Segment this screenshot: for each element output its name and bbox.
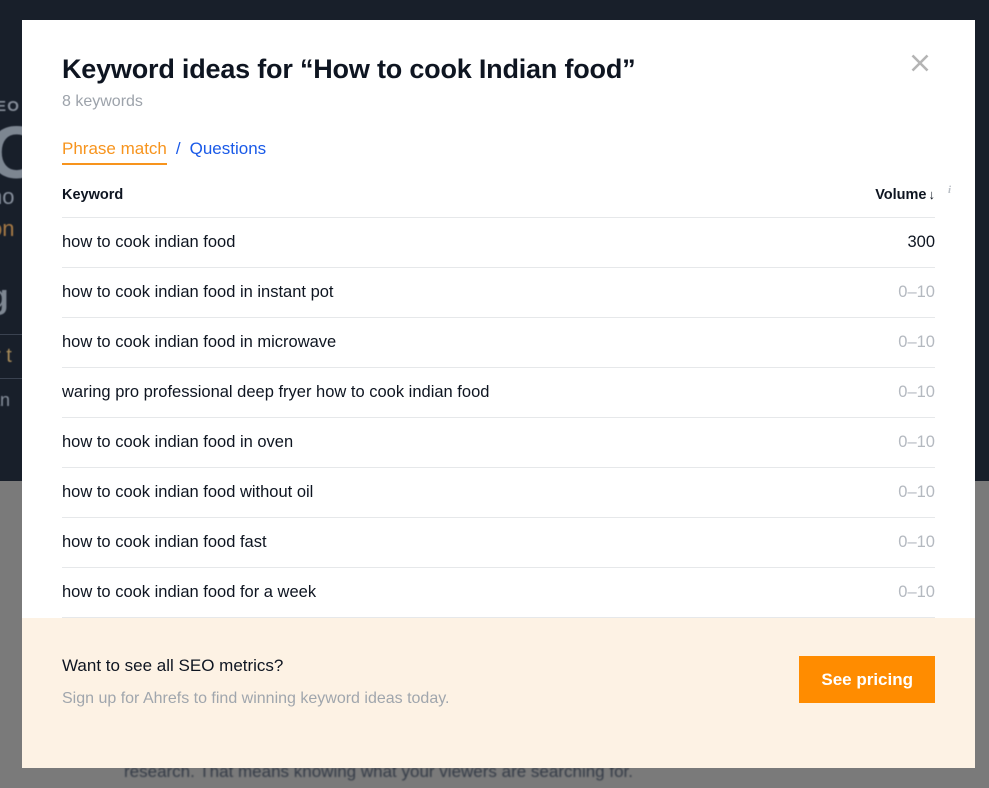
table-row[interactable]: how to cook indian food in oven 0–10: [62, 417, 935, 469]
cta-title: Want to see all SEO metrics?: [62, 656, 284, 676]
keyword-cell: how to cook indian food fast: [62, 517, 743, 569]
backdrop-line-2: on: [0, 216, 15, 241]
keyword-cell: how to cook indian food in oven: [62, 417, 743, 469]
volume-cell: 0–10: [742, 367, 935, 419]
tab-phrase-match[interactable]: Phrase match: [62, 139, 167, 166]
table-row[interactable]: waring pro professional deep fryer how t…: [62, 367, 935, 419]
volume-cell: 0–10: [742, 317, 935, 369]
backdrop-divider-2: [0, 378, 24, 379]
see-pricing-button[interactable]: See pricing: [799, 656, 935, 704]
cta-text-block: Want to see all SEO metrics? Sign up for…: [62, 654, 449, 708]
keyword-ideas-table: Keyword Volume ↓ i how to cook indian food…: [62, 184, 951, 619]
page-title: Keyword ideas for “How to cook Indian fo…: [62, 54, 636, 84]
table-row[interactable]: how to cook indian food in microwave 0–10: [62, 317, 935, 369]
backdrop-divider-1: [0, 334, 24, 335]
table-row[interactable]: how to cook indian food for a week 0–10: [62, 567, 935, 619]
column-header-keyword[interactable]: Keyword: [62, 187, 743, 219]
upgrade-cta-banner: Want to see all SEO metrics? Sign up for…: [22, 618, 975, 768]
keyword-cell: how to cook indian food without oil: [62, 467, 743, 519]
match-type-tabs: Phrase match / Questions: [62, 139, 935, 166]
table-header-row: Keyword Volume ↓ i: [62, 184, 951, 219]
keyword-count-label: 8 keywords: [62, 93, 143, 111]
tab-questions[interactable]: Questions: [190, 139, 267, 163]
volume-cell: 300: [742, 217, 935, 269]
volume-cell: 0–10: [742, 417, 935, 469]
backdrop-line-5: an: [0, 390, 11, 410]
close-button[interactable]: [903, 46, 937, 80]
keyword-cell: how to cook indian food in instant pot: [62, 267, 743, 319]
column-header-volume-label: Volume: [875, 187, 927, 204]
volume-cell: 0–10: [742, 267, 935, 319]
table-row[interactable]: how to cook indian food in instant pot 0–…: [62, 267, 935, 319]
tab-separator: /: [175, 139, 181, 159]
table-body: how to cook indian food 300 how to cook in…: [62, 217, 935, 619]
volume-cell: 0–10: [742, 467, 935, 519]
close-icon: [908, 51, 932, 75]
cta-subtitle: Sign up for Ahrefs to find winning keywo…: [62, 690, 450, 708]
modal-header: Keyword ideas for “How to cook Indian fo…: [62, 20, 935, 111]
modal-content: Keyword ideas for “How to cook Indian fo…: [22, 20, 975, 619]
keyword-cell: how to cook indian food: [62, 217, 743, 269]
volume-cell: 0–10: [742, 567, 935, 619]
sort-descending-icon: ↓: [928, 187, 936, 203]
backdrop-line-3: g: [0, 278, 9, 317]
keyword-cell: how to cook indian food in microwave: [62, 317, 743, 369]
keyword-ideas-modal: Keyword ideas for “How to cook Indian fo…: [22, 20, 975, 768]
keyword-cell: waring pro professional deep fryer how t…: [62, 367, 743, 419]
info-icon[interactable]: i: [948, 184, 951, 196]
table-row[interactable]: how to cook indian food fast 0–10: [62, 517, 935, 569]
volume-cell: 0–10: [742, 517, 935, 569]
backdrop-line-4: r t: [0, 345, 12, 367]
table-row[interactable]: how to cook indian food without oil 0–10: [62, 467, 935, 519]
backdrop-line-1: no: [0, 184, 15, 209]
table-row[interactable]: how to cook indian food 300: [62, 217, 935, 269]
column-header-volume[interactable]: Volume ↓ i: [742, 184, 951, 219]
table-header: Keyword Volume ↓ i: [62, 184, 951, 219]
keyword-cell: how to cook indian food for a week: [62, 567, 743, 619]
